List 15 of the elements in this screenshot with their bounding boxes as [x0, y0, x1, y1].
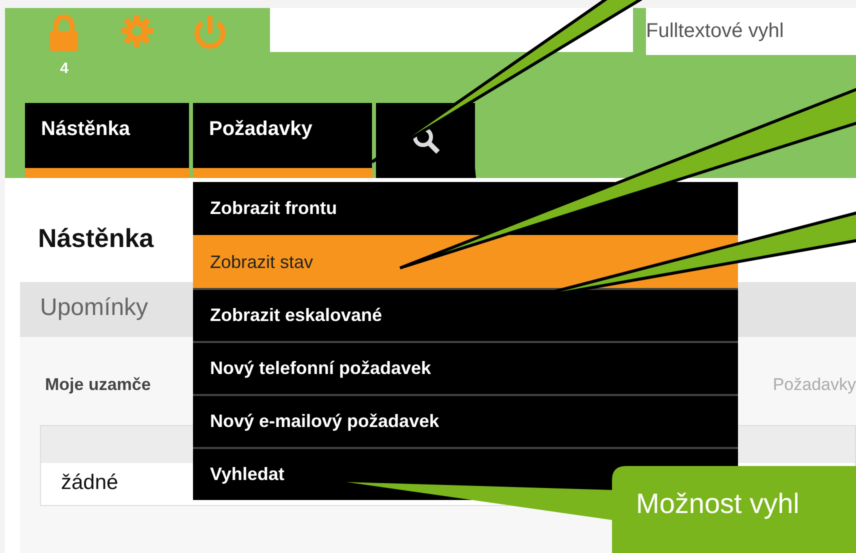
gear-icon[interactable] — [120, 14, 154, 48]
section-label: Moje uzamče — [45, 375, 151, 395]
menu-item[interactable]: Nový e-mailový požadavek — [193, 394, 738, 447]
menu-item[interactable]: Nový telefonní požadavek — [193, 341, 738, 394]
table-cell: žádné — [61, 471, 118, 495]
menu-item[interactable]: Zobrazit frontu — [193, 182, 738, 235]
nav-tab[interactable]: Nástěnka — [25, 103, 190, 178]
lock-count: 4 — [60, 60, 68, 77]
lock-icon[interactable] — [48, 14, 80, 52]
search-field[interactable]: Fulltextové vyhl — [646, 8, 856, 55]
page-title: Nástěnka — [38, 223, 155, 254]
search-tab[interactable] — [376, 103, 476, 178]
menu-item[interactable]: Zobrazit stav — [193, 235, 738, 288]
input-field[interactable] — [270, 8, 633, 52]
nav-tab[interactable]: Požadavky — [193, 103, 373, 178]
